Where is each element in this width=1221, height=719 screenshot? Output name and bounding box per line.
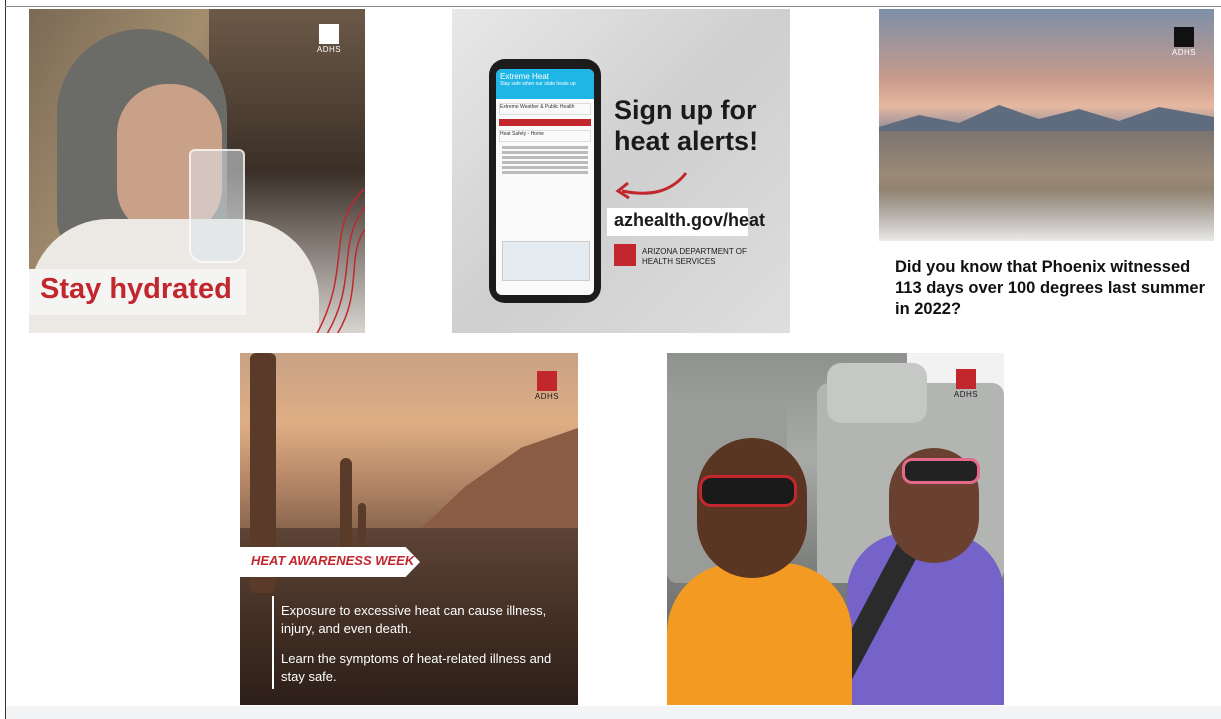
- department-name: ARIZONA DEPARTMENT OF HEALTH SERVICES: [642, 247, 752, 267]
- adhs-logo-icon: [614, 244, 636, 266]
- phone-screen: Extreme Heat Stay safe when our state he…: [496, 69, 594, 295]
- tile-kids-sunglasses[interactable]: ADHS: [667, 353, 1004, 705]
- logo-mark: [319, 24, 339, 44]
- sunglasses: [699, 475, 797, 507]
- car-headrest: [827, 363, 927, 423]
- tile-stay-hydrated[interactable]: Stay hydrated ADHS: [29, 9, 365, 333]
- page-left-border: [5, 0, 6, 719]
- tile-heat-awareness[interactable]: HEAT AWARENESS WEEK Exposure to excessiv…: [240, 353, 578, 705]
- curved-arrow-icon: [612, 169, 692, 205]
- app-text-line: [502, 166, 588, 169]
- app-header-subtitle: Stay safe when our state heats up: [500, 81, 590, 87]
- app-red-bar: [499, 119, 591, 126]
- logo-text: ADHS: [530, 392, 564, 401]
- app-header: Extreme Heat Stay safe when our state he…: [496, 69, 594, 99]
- water-glass: [189, 149, 245, 263]
- child-shirt: [667, 563, 852, 705]
- footer-band: [6, 706, 1221, 719]
- tile-phoenix-heat[interactable]: Did you know that Phoenix witnessed 113 …: [879, 9, 1214, 333]
- adhs-logo-icon: ADHS: [316, 24, 342, 54]
- app-text-line: [502, 156, 588, 159]
- white-fade: [879, 189, 1214, 249]
- page-top-border: [5, 6, 1221, 7]
- tile-headline: Sign up for heat alerts!: [614, 95, 784, 157]
- logo-text: ADHS: [1167, 48, 1201, 57]
- app-map-thumbnail: [502, 241, 590, 281]
- body-paragraph-1: Exposure to excessive heat can cause ill…: [281, 602, 561, 638]
- accent-line: [272, 596, 274, 689]
- logo-text: ADHS: [312, 45, 346, 54]
- tile-title: Stay hydrated: [40, 273, 232, 306]
- logo-mark: [1174, 27, 1194, 47]
- tile-caption: Did you know that Phoenix witnessed 113 …: [895, 257, 1213, 320]
- app-header-title: Extreme Heat: [500, 72, 590, 81]
- app-text-line: [502, 161, 588, 164]
- tile-heat-alerts[interactable]: Extreme Heat Stay safe when our state he…: [452, 9, 790, 333]
- adhs-logo-icon: ADHS: [1171, 27, 1197, 57]
- app-text-line: [502, 171, 588, 174]
- app-menu-item: Extreme Weather & Public Health: [499, 103, 591, 115]
- app-text-line: [502, 146, 588, 149]
- child-face: [697, 438, 807, 578]
- sunglasses: [902, 458, 980, 484]
- logo-text: ADHS: [949, 390, 983, 399]
- logo-mark: [956, 369, 976, 389]
- app-text-line: [502, 151, 588, 154]
- adhs-logo-icon: ADHS: [534, 371, 560, 401]
- signup-url[interactable]: azhealth.gov/heat: [614, 210, 765, 231]
- logo-mark: [537, 371, 557, 391]
- banner-title: HEAT AWARENESS WEEK: [251, 553, 414, 568]
- body-paragraph-2: Learn the symptoms of heat-related illne…: [281, 650, 561, 686]
- decorative-waves: [284, 189, 365, 333]
- adhs-logo-icon: ADHS: [953, 369, 979, 399]
- app-breadcrumb: Heat Safety - Home: [499, 130, 591, 142]
